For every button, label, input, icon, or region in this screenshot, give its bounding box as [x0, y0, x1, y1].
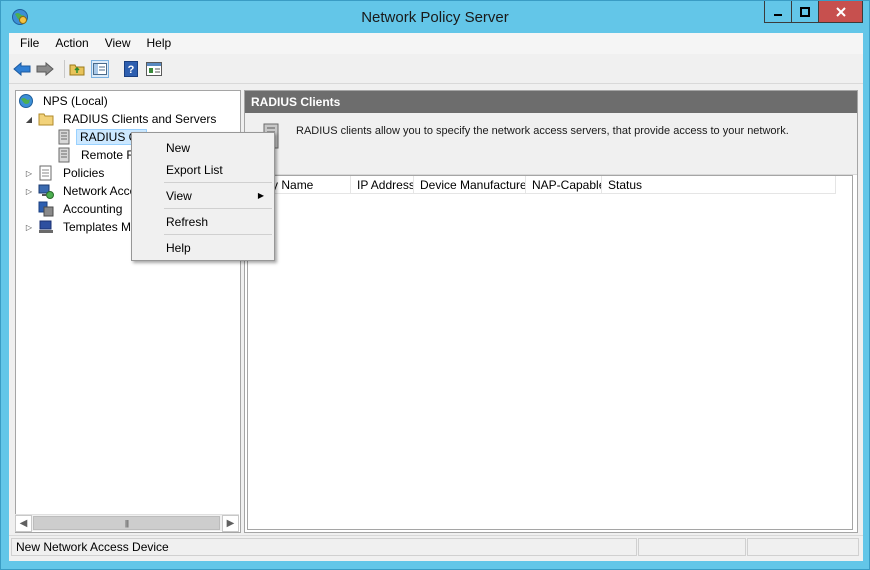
svg-text:?: ? — [128, 64, 135, 76]
status-segment-3 — [747, 538, 859, 556]
context-menu-view-label: View — [166, 189, 192, 203]
tree-item-templates[interactable]: ▷ Templates Ma — [24, 218, 143, 236]
network-computer-icon — [38, 183, 54, 199]
tree-label-nps-local: NPS (Local) — [43, 94, 108, 108]
status-bar: New Network Access Device — [9, 535, 863, 557]
info-text: RADIUS clients allow you to specify the … — [296, 125, 789, 137]
expand-triangle-icon[interactable]: ▷ — [24, 169, 34, 178]
back-arrow-icon[interactable] — [13, 60, 31, 78]
title-bar[interactable]: Network Policy Server — [1, 1, 869, 33]
context-menu-separator — [164, 234, 272, 235]
toolbar-separator — [64, 60, 65, 78]
server-icon — [56, 147, 72, 163]
horizontal-scrollbar[interactable]: ◀ ||| ▶ — [15, 514, 239, 532]
scroll-right-icon[interactable]: ▶ — [222, 515, 239, 532]
tree-item-policies[interactable]: ▷ Policies — [24, 164, 109, 182]
close-button[interactable] — [818, 1, 863, 23]
maximize-icon — [800, 6, 810, 17]
tree-item-accounting[interactable]: Accounting — [38, 200, 127, 218]
tree-label-templates: Templates Ma — [63, 220, 138, 234]
toolbar: ? — [9, 54, 863, 84]
context-menu-refresh[interactable]: Refresh — [134, 211, 272, 233]
scroll-left-icon[interactable]: ◀ — [15, 515, 32, 532]
context-menu-new[interactable]: New — [134, 137, 272, 159]
menu-file[interactable]: File — [9, 33, 47, 54]
status-text: New Network Access Device — [11, 538, 637, 556]
folder-icon — [38, 111, 54, 127]
submenu-arrow-icon: ▶ — [257, 191, 264, 200]
clients-list[interactable]: ndly Name IP Address Device Manufacturer… — [247, 175, 853, 530]
menu-bar: File Action View Help — [9, 33, 863, 54]
pane-header: RADIUS Clients — [245, 91, 857, 113]
tree-label-accounting: Accounting — [63, 202, 123, 216]
client-area: File Action View Help ? NPS (Local) ◢ RA… — [9, 33, 863, 561]
expand-triangle-icon[interactable]: ▷ — [24, 223, 34, 232]
status-segment-2 — [638, 538, 746, 556]
context-menu-view[interactable]: View ▶ — [134, 185, 272, 207]
up-folder-icon[interactable] — [68, 60, 86, 78]
column-device-manufacturer[interactable]: Device Manufacturer — [414, 176, 526, 194]
minimize-button[interactable] — [764, 1, 792, 23]
properties-icon[interactable] — [145, 60, 163, 78]
close-icon — [835, 6, 846, 17]
context-menu-separator — [164, 182, 272, 183]
nps-globe-icon — [18, 93, 34, 109]
show-hide-tree-icon[interactable] — [91, 60, 109, 78]
collapse-triangle-icon[interactable]: ◢ — [24, 115, 34, 124]
menu-view[interactable]: View — [97, 33, 139, 54]
list-header: ndly Name IP Address Device Manufacturer… — [248, 176, 836, 194]
menu-action[interactable]: Action — [47, 33, 96, 54]
tree-label-policies: Policies — [63, 166, 105, 180]
scroll-thumb[interactable]: ||| — [33, 516, 220, 530]
server-icon — [56, 129, 72, 145]
forward-arrow-icon[interactable] — [36, 60, 54, 78]
column-ip-address[interactable]: IP Address — [351, 176, 414, 194]
tree-label-radius-clients-servers: RADIUS Clients and Servers — [63, 112, 217, 126]
context-menu-separator — [164, 208, 272, 209]
maximize-button[interactable] — [791, 1, 819, 23]
accounting-icon — [38, 201, 54, 217]
details-pane: RADIUS Clients RADIUS clients allow you … — [244, 90, 858, 533]
minimize-icon — [774, 13, 782, 16]
expand-triangle-icon[interactable]: ▷ — [24, 187, 34, 196]
info-banner: RADIUS clients allow you to specify the … — [245, 113, 857, 175]
column-status[interactable]: Status — [602, 176, 836, 194]
tree-item-radius-clients-servers[interactable]: ◢ RADIUS Clients and Servers — [24, 110, 221, 128]
menu-help[interactable]: Help — [139, 33, 180, 54]
tree-item-nps-local[interactable]: NPS (Local) — [18, 92, 113, 110]
column-nap-capable[interactable]: NAP-Capable — [526, 176, 602, 194]
window-title: Network Policy Server — [361, 9, 509, 26]
tree-label-network-access: Network Acce — [63, 184, 137, 198]
help-icon[interactable]: ? — [122, 60, 140, 78]
app-window: Network Policy Server File Action View H… — [0, 0, 870, 570]
tree-item-network-access[interactable]: ▷ Network Acce — [24, 182, 141, 200]
context-menu-export-list[interactable]: Export List — [134, 159, 272, 181]
context-menu-help[interactable]: Help — [134, 237, 272, 259]
templates-icon — [38, 219, 54, 235]
context-menu: New Export List View ▶ Refresh Help — [131, 132, 275, 261]
policy-document-icon — [38, 165, 54, 181]
